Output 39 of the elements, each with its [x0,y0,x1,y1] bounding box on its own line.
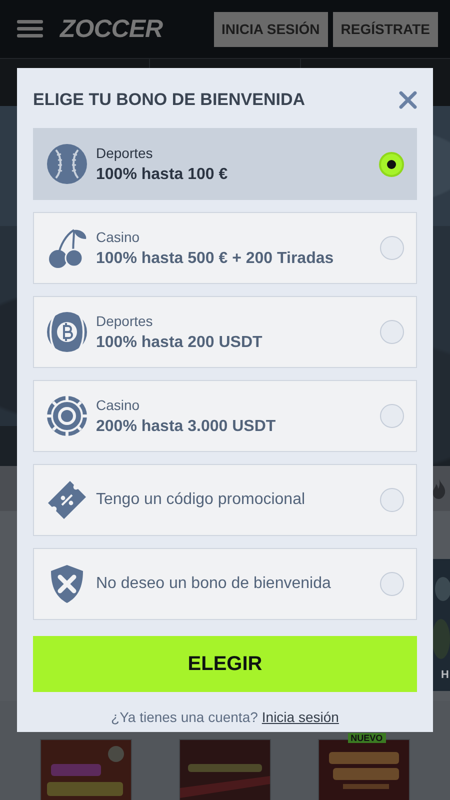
option-offer: 100% hasta 100 € [96,166,229,184]
option-offer: 100% hasta 500 € + 200 Tiradas [96,250,335,268]
bonus-option[interactable]: Casino 100% hasta 500 € + 200 Tiradas [33,212,417,284]
bonus-option[interactable]: Deportes 100% hasta 100 € [33,128,417,200]
bonus-option[interactable]: Casino 200% hasta 3.000 USDT [33,380,417,452]
radio-button[interactable] [379,152,404,176]
option-label: No deseo un bono de bienvenida [96,575,332,593]
flame-icon[interactable] [432,478,446,498]
option-offer: 200% hasta 3.000 USDT [96,418,277,436]
option-category: Deportes [96,144,154,160]
baseball-icon [46,143,88,185]
option-category: Deportes [96,312,154,328]
radio-button[interactable] [380,572,404,596]
radio-button[interactable] [380,404,404,428]
bitcoin-ball-icon [46,311,88,353]
cherries-icon [46,227,88,269]
bitcoin-chip-icon [46,395,88,437]
logo[interactable]: ZOCCER [60,14,163,44]
new-badge: NUEVO [348,733,386,743]
login-link[interactable]: Inicia sesión [262,709,339,725]
game-title: H [441,669,449,681]
choose-button[interactable]: ELEGIR [33,636,417,692]
radio-button[interactable] [380,488,404,512]
header-button[interactable]: INICIA SESIÓN [214,12,328,46]
menu-icon[interactable] [17,20,43,38]
option-category: Casino [96,228,141,244]
bonus-option[interactable]: No deseo un bono de bienvenida [33,548,417,620]
radio-button[interactable] [380,236,404,260]
header-button[interactable]: REGÍSTRATE [332,12,438,46]
option-offer: 100% hasta 200 USDT [96,334,264,352]
ticket-icon [46,479,88,521]
bonus-option[interactable]: Deportes 100% hasta 200 USDT [33,296,417,368]
account-prompt: ¿Ya tienes una cuenta? [111,709,258,725]
radio-button[interactable] [380,320,404,344]
bonus-option[interactable]: Tengo un código promocional [33,464,417,536]
option-label: Tengo un código promocional [96,491,306,509]
close-icon[interactable] [399,91,417,109]
dialog-title: ELIGE TU BONO DE BIENVENIDA [33,90,306,110]
option-category: Casino [96,396,141,412]
